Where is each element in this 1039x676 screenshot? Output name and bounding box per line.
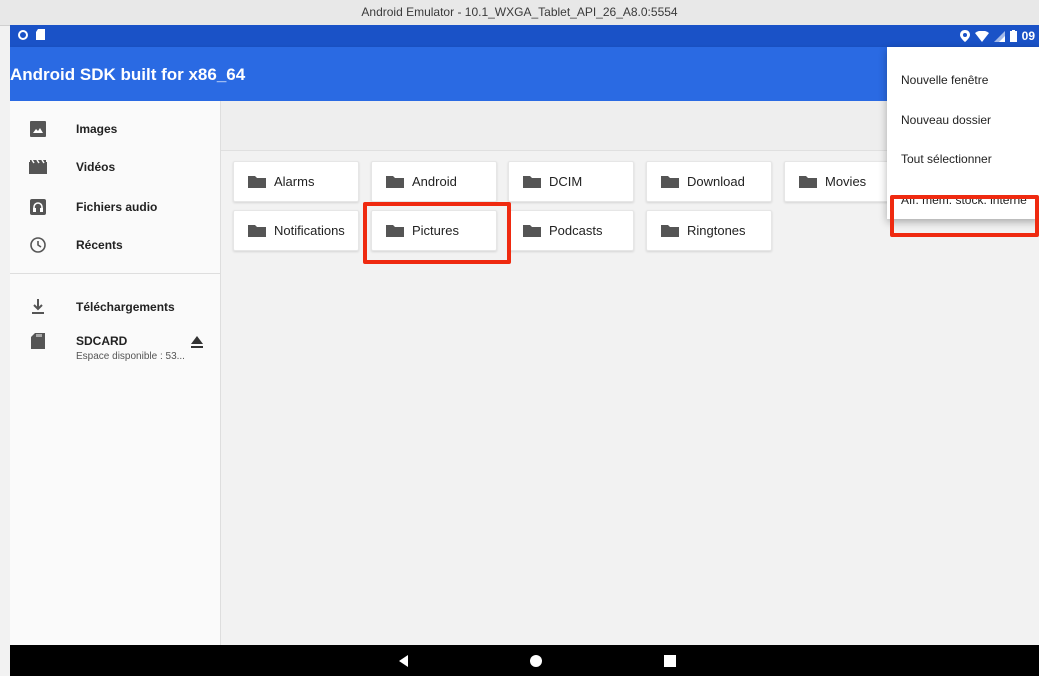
location-icon xyxy=(959,30,970,42)
home-button-icon[interactable] xyxy=(528,653,544,669)
overflow-menu: Nouvelle fenêtre Nouveau dossier Tout sé… xyxy=(887,47,1039,237)
sidebar-item-label: Récents xyxy=(76,238,123,252)
app-title: Android SDK built for x86_64 xyxy=(10,65,246,84)
folder-alarms[interactable]: Alarms xyxy=(233,161,359,202)
folder-label: Notifications xyxy=(274,223,345,238)
sidebar-item-recents[interactable]: Récents xyxy=(10,227,220,265)
sidebar-item-audio[interactable]: Fichiers audio xyxy=(10,189,220,227)
folder-notifications[interactable]: Notifications xyxy=(233,210,359,251)
menu-highlight-box xyxy=(890,195,1039,237)
folder-label: Ringtones xyxy=(687,223,746,238)
menu-item-label: Tout sélectionner xyxy=(901,152,992,166)
audio-icon xyxy=(28,197,48,217)
folder-icon xyxy=(386,176,404,188)
emulator-screen: 09 Android SDK built for x86_64 Images V… xyxy=(10,25,1039,676)
folder-icon xyxy=(661,225,679,237)
folder-label: Android xyxy=(412,174,457,189)
folder-download[interactable]: Download xyxy=(646,161,772,202)
sidebar-item-sdcard[interactable]: SDCARD Espace disponible : 53... xyxy=(10,323,220,373)
menu-item-select-all[interactable]: Tout sélectionner xyxy=(887,136,1039,176)
video-icon xyxy=(28,157,48,177)
folder-icon xyxy=(248,176,266,188)
signal-icon xyxy=(993,30,1005,42)
sidebar-divider xyxy=(10,273,220,274)
menu-item-new-folder[interactable]: Nouveau dossier xyxy=(887,97,1039,137)
folder-label: DCIM xyxy=(549,174,583,189)
recents-button-icon[interactable] xyxy=(662,653,678,669)
sidebar-item-videos[interactable]: Vidéos xyxy=(10,149,220,187)
folder-label: Movies xyxy=(825,174,867,189)
folder-icon xyxy=(799,176,817,188)
sidebar-item-images[interactable]: Images xyxy=(10,111,220,149)
sidebar-item-downloads[interactable]: Téléchargements xyxy=(10,289,220,327)
sidebar-item-label: SDCARD xyxy=(76,334,128,348)
sidebar-item-label: Images xyxy=(76,122,118,136)
folder-icon xyxy=(248,225,266,237)
sdcard-icon xyxy=(28,331,48,351)
folder-podcasts[interactable]: Podcasts xyxy=(508,210,634,251)
window-title: Android Emulator - 10.1_WXGA_Tablet_API_… xyxy=(0,0,1039,26)
pictures-highlight-box xyxy=(363,202,511,264)
folder-ringtones[interactable]: Ringtones xyxy=(646,210,772,251)
notification-circle-icon xyxy=(18,29,28,40)
folder-icon xyxy=(523,176,541,188)
folder-icon xyxy=(523,225,541,237)
folder-dcim[interactable]: DCIM xyxy=(508,161,634,202)
menu-item-label: Nouvelle fenêtre xyxy=(901,73,989,87)
sidebar-item-label: Fichiers audio xyxy=(76,200,158,214)
sidebar: Images Vidéos Fichiers audio Récents Tél… xyxy=(10,101,221,645)
wifi-icon xyxy=(974,30,989,42)
sidebar-item-sublabel: Espace disponible : 53... xyxy=(76,351,185,362)
eject-icon[interactable] xyxy=(190,334,204,350)
menu-item-label: Nouveau dossier xyxy=(901,113,992,127)
sdcard-notification-icon xyxy=(36,29,45,40)
sidebar-item-label: Vidéos xyxy=(76,160,116,174)
app-bar: Android SDK built for x86_64 xyxy=(10,47,1039,101)
folder-icon xyxy=(661,176,679,188)
status-bar: 09 xyxy=(10,25,1039,47)
folder-label: Download xyxy=(687,174,745,189)
download-icon xyxy=(28,297,48,317)
menu-item-new-window[interactable]: Nouvelle fenêtre xyxy=(887,57,1039,97)
system-nav-bar xyxy=(10,645,1039,676)
battery-icon xyxy=(1009,30,1017,42)
clock-time: 09 xyxy=(1021,29,1035,43)
folder-label: Alarms xyxy=(274,174,315,189)
clock-icon xyxy=(28,235,48,255)
folder-android[interactable]: Android xyxy=(371,161,497,202)
folder-label: Podcasts xyxy=(549,223,603,238)
sidebar-item-label: Téléchargements xyxy=(76,300,175,314)
image-icon xyxy=(28,119,48,139)
back-button-icon[interactable] xyxy=(396,653,412,669)
